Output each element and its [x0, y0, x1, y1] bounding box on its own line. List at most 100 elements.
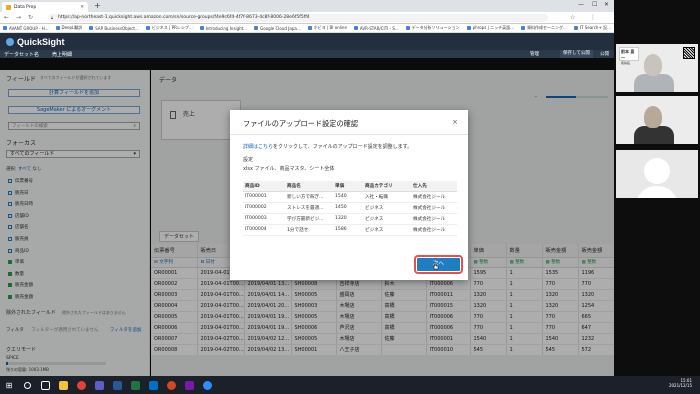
outlook-icon[interactable] — [144, 378, 162, 392]
extensions-icon[interactable]: ☆ — [570, 14, 575, 21]
bookmark-label: AVR-STAR/CITI - S... — [359, 25, 399, 31]
bookmark-item[interactable]: データ分析ソリューション — [405, 25, 460, 31]
bookmark-favicon-icon — [466, 26, 471, 30]
powerpoint-icon[interactable] — [162, 378, 180, 392]
search-icon[interactable] — [18, 378, 36, 392]
bookmark-favicon-icon — [521, 26, 525, 30]
breadcrumb-dataset-name[interactable]: 売上明細 — [52, 51, 72, 58]
preview-row: IT000002 ストレスを最適... 1450 ビジネス 株式会社ジール — [243, 202, 457, 214]
quicksight-favicon-icon — [6, 4, 11, 10]
bookmark-favicon-icon — [199, 26, 204, 30]
publish-button[interactable]: 公開 — [600, 51, 609, 57]
video-tile-participant[interactable] — [616, 96, 698, 144]
close-tab-icon[interactable]: ✕ — [80, 5, 84, 10]
bookmark-favicon-icon — [89, 26, 94, 30]
settings-value: xlsx ファイル、商品マスタ、シート全体 — [243, 166, 335, 172]
preview-cell: 株式会社ジール — [411, 202, 457, 214]
bookmark-favicon-icon — [573, 26, 578, 30]
preview-cell: 株式会社ジール — [411, 213, 457, 225]
maximize-icon[interactable]: ☐ — [592, 1, 597, 8]
forward-arrow-icon[interactable]: → — [16, 14, 21, 21]
bookmark-item[interactable]: DeepL翻訳 — [55, 25, 83, 31]
bookmark-favicon-icon — [307, 26, 312, 30]
dialog-description: 詳細はこちらをクリックして、ファイルのアップロード設定を調整します。 — [243, 143, 412, 150]
url-input[interactable]: 🔒︎ https://ap-northeast-1.quicksight.aws… — [48, 14, 548, 22]
bookmark-item[interactable]: IT Search+ 記... — [573, 25, 611, 31]
new-tab-button[interactable]: + — [94, 1, 101, 10]
bookmark-item[interactable]: AVANT GROUP - H... — [3, 26, 49, 31]
participant-torso — [634, 126, 674, 144]
preview-cell: 1450 — [333, 202, 363, 214]
learn-more-link[interactable]: 詳細はこちら — [243, 144, 273, 150]
preview-cell: 学び方最新ビジ... — [285, 213, 333, 225]
preview-row: IT000003 学び方最新ビジ... 1320 ビジネス 株式会社ジール — [243, 213, 457, 225]
preview-cell: 株式会社ジール — [411, 224, 457, 236]
bookmark-label: SAP BusinessObject... — [95, 25, 139, 31]
bookmark-item[interactable]: Google Cloud Japa... — [254, 26, 301, 31]
browser-tab-title: Data Prep — [14, 4, 37, 10]
bookmark-item[interactable]: phrops | ニッチ英語... — [466, 25, 514, 31]
video-tile-presenter[interactable]: 前本 直一 取締役 — [616, 44, 698, 92]
back-arrow-icon[interactable]: ← — [4, 14, 9, 21]
preview-cell: IT000004 — [243, 224, 285, 236]
preview-cell: 1586 — [333, 224, 363, 236]
name-card-role: 取締役 — [621, 61, 631, 65]
bookmark-label: phrops | ニッチ英語... — [472, 25, 514, 30]
bookmark-item[interactable]: 資料作成セーニング... — [521, 25, 567, 31]
bookmark-label: DeepL翻訳 — [61, 25, 83, 30]
hand-cursor-icon — [433, 262, 439, 270]
taskbar-clock: 15:01 2021/12/15 — [669, 378, 692, 388]
bookmark-label: Introducing Insight... — [205, 25, 248, 31]
preview-cell: 1320 — [333, 213, 363, 225]
bookmark-favicon-icon — [405, 26, 410, 30]
preview-cell: IT000001 — [243, 191, 285, 203]
preview-column-header: 商品名 — [285, 181, 333, 192]
menu-icon[interactable]: ⋮ — [590, 14, 596, 21]
upload-settings-dialog: ファイルのアップロード設定の確認 × 詳細はこちらをクリックして、ファイルのアッ… — [230, 110, 468, 280]
chrome-icon[interactable] — [72, 378, 90, 392]
preview-cell: ストレスを最適... — [285, 202, 333, 214]
settings-label: 設定 — [243, 157, 254, 163]
bookmark-label: IT Search+ 記... — [579, 25, 611, 30]
preview-cell: 1540 — [333, 191, 363, 203]
preview-cell: ビジネス — [363, 224, 411, 236]
browser-tab[interactable]: Data Prep ✕ — [2, 2, 88, 12]
windows-start-icon[interactable]: ⊞ — [0, 381, 18, 390]
close-window-icon[interactable]: ✕ — [604, 1, 609, 8]
close-icon[interactable]: × — [452, 118, 458, 126]
preview-row: IT000004 1分で話せ 1586 ビジネス 株式会社ジール — [243, 224, 457, 236]
bookmark-item[interactable]: Introducing Insight... — [199, 25, 248, 31]
breadcrumb-dataset-label: データセット名 — [4, 52, 40, 58]
excel-icon[interactable] — [126, 378, 144, 392]
bookmark-item[interactable]: ホビヨ | BI online — [307, 25, 347, 31]
video-tile-camera-off[interactable] — [616, 150, 698, 198]
clock-date: 2021/12/15 — [668, 383, 692, 388]
save-publish-button[interactable]: 保存して公開 — [560, 50, 593, 58]
preview-table: 商品ID 商品名 単価 商品カテゴリ 仕入先 IT000001 新しい方で稼ぎ... 154… — [243, 181, 457, 236]
bookmark-item[interactable]: AVR-STAR/CITI - S... — [353, 25, 399, 31]
name-card: 前本 直一 取締役 — [619, 47, 639, 65]
bookmark-favicon-icon — [3, 26, 7, 30]
preview-column-header: 仕入先 — [411, 181, 457, 192]
bookmark-item[interactable]: ビジネス | PRレシプ... — [145, 25, 193, 31]
bookmark-label: ホビヨ | BI online — [313, 25, 347, 30]
bookmark-label: Google Cloud Japa... — [260, 25, 301, 31]
onenote-icon[interactable] — [180, 378, 198, 392]
minimize-icon[interactable]: — — [578, 1, 584, 8]
task-view-icon[interactable] — [36, 378, 54, 392]
avatar-icon — [644, 158, 670, 184]
teams-icon[interactable] — [90, 378, 108, 392]
reload-icon[interactable]: ↻ — [28, 14, 33, 21]
word-icon[interactable] — [108, 378, 126, 392]
zoom-icon[interactable] — [198, 378, 216, 392]
file-explorer-icon[interactable] — [54, 378, 72, 392]
preview-cell: IT000002 — [243, 202, 285, 214]
lock-icon: 🔒︎ — [51, 15, 54, 20]
bookmark-item[interactable]: SAP BusinessObject... — [89, 26, 139, 31]
address-bar-row: ← → ↻ 🔒︎ https://ap-northeast-1.quicksig… — [0, 12, 614, 24]
bookmark-label: データ分析ソリューション — [411, 25, 460, 30]
preview-cell: 1分で話せ — [285, 224, 333, 236]
manage-button[interactable]: 管理 — [530, 51, 539, 57]
dialog-description-text: をクリックして、ファイルのアップロード設定を調整します。 — [273, 144, 413, 150]
bookmark-label: 資料作成セーニング... — [527, 25, 567, 30]
